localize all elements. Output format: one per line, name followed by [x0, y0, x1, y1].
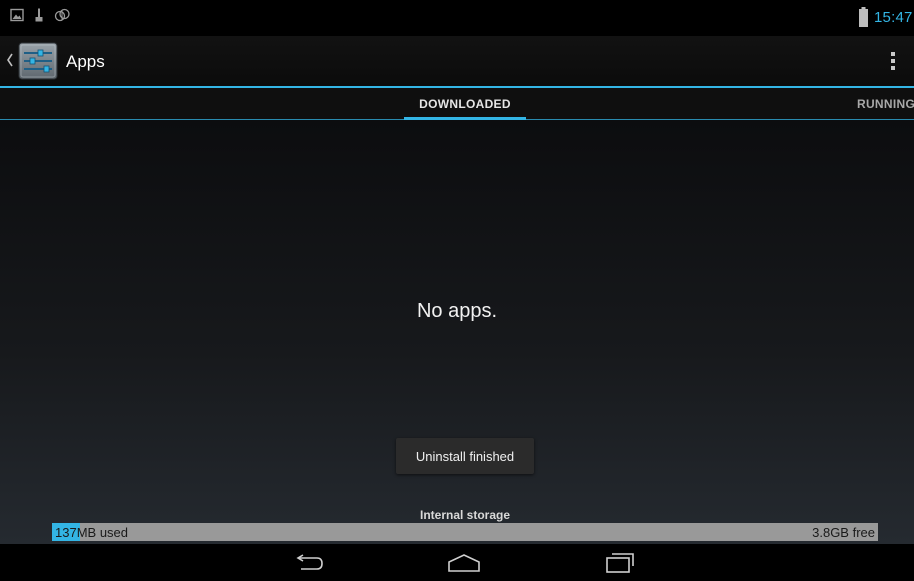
action-bar-title: Apps [66, 52, 105, 71]
storage-free-text: 3.8GB free [812, 525, 875, 540]
home-button[interactable] [442, 550, 486, 576]
status-notification-icons [10, 8, 70, 22]
overflow-dot [891, 66, 895, 70]
storage-used-value: 137 [55, 525, 77, 540]
storage-bar: 137MB used 3.8GB free [52, 523, 878, 541]
usb-icon [35, 8, 43, 22]
tab-label: DOWNLOADED [419, 97, 511, 111]
android-debug-icon [54, 8, 70, 22]
recent-apps-button[interactable] [598, 550, 642, 576]
battery-icon [859, 7, 868, 27]
storage-used-suffix: MB used [76, 525, 129, 540]
storage-label: Internal storage [419, 508, 511, 522]
status-clock: 15:47 [874, 8, 913, 26]
navigation-bar [0, 544, 914, 581]
overflow-menu-icon[interactable] [886, 48, 900, 74]
home-icon [448, 554, 480, 572]
tab-running[interactable]: RUNNING [857, 88, 914, 120]
action-bar: Apps [0, 36, 914, 86]
status-system-icons: 15:47 [859, 7, 914, 27]
settings-sliders-icon[interactable] [18, 42, 58, 80]
toast-text: Uninstall finished [415, 448, 515, 464]
gallery-icon [10, 8, 24, 22]
empty-list-message: No apps. [416, 300, 498, 322]
back-button[interactable] [286, 550, 330, 576]
up-caret-icon[interactable] [6, 53, 14, 67]
storage-used-text: 137MB used [55, 525, 128, 540]
apps-list-area: No apps. Uninstall finished Internal sto… [0, 120, 914, 544]
overflow-dot [891, 59, 895, 63]
back-icon [296, 554, 323, 570]
toast-message: Uninstall finished [396, 438, 534, 474]
tab-downloaded[interactable]: DOWNLOADED [404, 88, 526, 120]
tab-strip: DOWNLOADED RUNNING [0, 86, 914, 120]
tab-label: RUNNING [857, 97, 914, 111]
status-bar: 15:47 [0, 0, 914, 36]
recent-apps-icon [606, 553, 634, 573]
overflow-dot [891, 52, 895, 56]
